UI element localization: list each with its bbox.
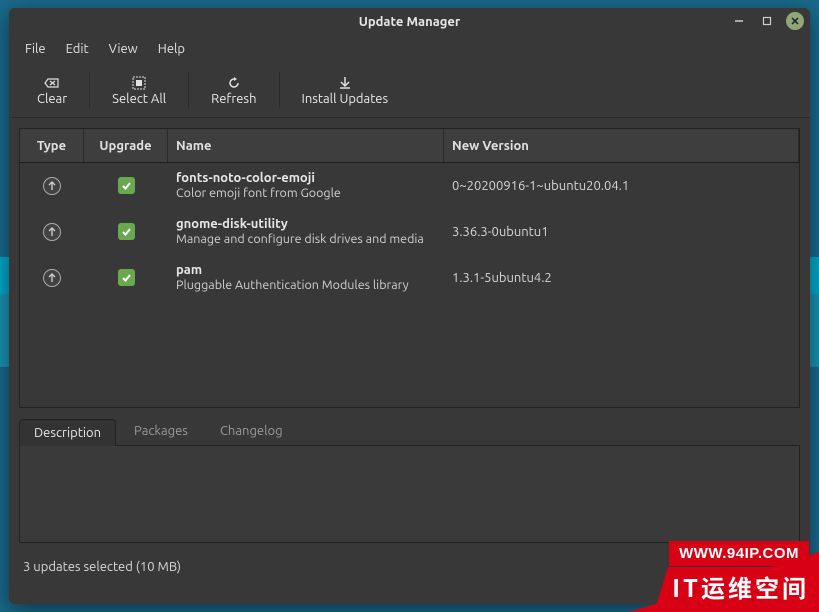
install-label: Install Updates	[302, 92, 389, 106]
select-all-icon	[132, 74, 146, 92]
update-type-icon	[43, 269, 61, 287]
details-pane: Description Packages Changelog	[19, 418, 800, 543]
refresh-label: Refresh	[211, 92, 256, 106]
install-updates-button[interactable]: Install Updates	[284, 66, 407, 114]
upgrade-cell[interactable]	[84, 177, 168, 194]
refresh-button[interactable]: Refresh	[193, 66, 274, 114]
watermark-url: WWW.94IP.COM	[669, 541, 809, 566]
col-name[interactable]: Name	[168, 129, 444, 162]
upgrade-checkbox[interactable]	[118, 269, 135, 286]
version-cell: 3.36.3-0ubuntu1	[444, 225, 799, 239]
toolbar: Clear Select All Refresh Install Updates	[9, 62, 810, 118]
col-upgrade[interactable]: Upgrade	[84, 129, 168, 162]
select-all-button[interactable]: Select All	[94, 66, 184, 114]
menu-edit[interactable]: Edit	[58, 39, 97, 59]
install-icon	[338, 74, 352, 92]
name-cell: pam Pluggable Authentication Modules lib…	[168, 259, 444, 297]
refresh-icon	[227, 74, 241, 92]
update-type-icon	[43, 177, 61, 195]
clear-icon	[44, 74, 60, 92]
toolbar-separator	[279, 72, 280, 108]
details-tabs: Description Packages Changelog	[19, 418, 800, 445]
type-cell	[20, 223, 84, 241]
type-cell	[20, 177, 84, 195]
package-description: Pluggable Authentication Modules library	[176, 278, 409, 294]
toolbar-separator	[89, 72, 90, 108]
table-body[interactable]: fonts-noto-color-emoji Color emoji font …	[20, 163, 799, 407]
type-cell	[20, 269, 84, 287]
upgrade-checkbox[interactable]	[118, 223, 135, 240]
clear-label: Clear	[37, 92, 67, 106]
window-title: Update Manager	[359, 15, 461, 29]
update-manager-window: Update Manager File Edit View Help Clear	[9, 8, 810, 604]
upgrade-checkbox[interactable]	[118, 177, 135, 194]
details-panel	[19, 445, 800, 543]
version-cell: 0~20200916-1~ubuntu20.04.1	[444, 179, 799, 193]
package-name: fonts-noto-color-emoji	[176, 170, 315, 186]
package-name: gnome-disk-utility	[176, 216, 288, 232]
col-type[interactable]: Type	[20, 129, 84, 162]
status-text: 3 updates selected (10 MB)	[23, 560, 181, 574]
col-version[interactable]: New Version	[444, 129, 799, 162]
minimize-button[interactable]	[730, 12, 748, 30]
name-cell: gnome-disk-utility Manage and configure …	[168, 213, 444, 251]
upgrade-cell[interactable]	[84, 269, 168, 286]
watermark-text: IT运维空间	[656, 567, 819, 606]
upgrade-cell[interactable]	[84, 223, 168, 240]
table-row[interactable]: pam Pluggable Authentication Modules lib…	[20, 255, 799, 301]
maximize-button[interactable]	[758, 12, 776, 30]
menu-help[interactable]: Help	[150, 39, 193, 59]
package-description: Manage and configure disk drives and med…	[176, 232, 424, 248]
tab-packages[interactable]: Packages	[120, 418, 202, 445]
version-cell: 1.3.1-5ubuntu4.2	[444, 271, 799, 285]
table-header: Type Upgrade Name New Version	[20, 129, 799, 163]
menu-file[interactable]: File	[17, 39, 54, 59]
select-all-label: Select All	[112, 92, 166, 106]
menu-view[interactable]: View	[101, 39, 146, 59]
tab-description[interactable]: Description	[19, 419, 116, 446]
name-cell: fonts-noto-color-emoji Color emoji font …	[168, 167, 444, 205]
package-description: Color emoji font from Google	[176, 186, 341, 202]
table-row[interactable]: gnome-disk-utility Manage and configure …	[20, 209, 799, 255]
clear-button[interactable]: Clear	[19, 66, 85, 114]
table-row[interactable]: fonts-noto-color-emoji Color emoji font …	[20, 163, 799, 209]
toolbar-separator	[188, 72, 189, 108]
window-controls	[730, 12, 804, 30]
updates-table: Type Upgrade Name New Version fonts-not	[19, 128, 800, 408]
package-name: pam	[176, 262, 202, 278]
close-button[interactable]	[786, 12, 804, 30]
tab-changelog[interactable]: Changelog	[206, 418, 297, 445]
titlebar: Update Manager	[9, 8, 810, 36]
update-type-icon	[43, 223, 61, 241]
menubar: File Edit View Help	[9, 36, 810, 62]
